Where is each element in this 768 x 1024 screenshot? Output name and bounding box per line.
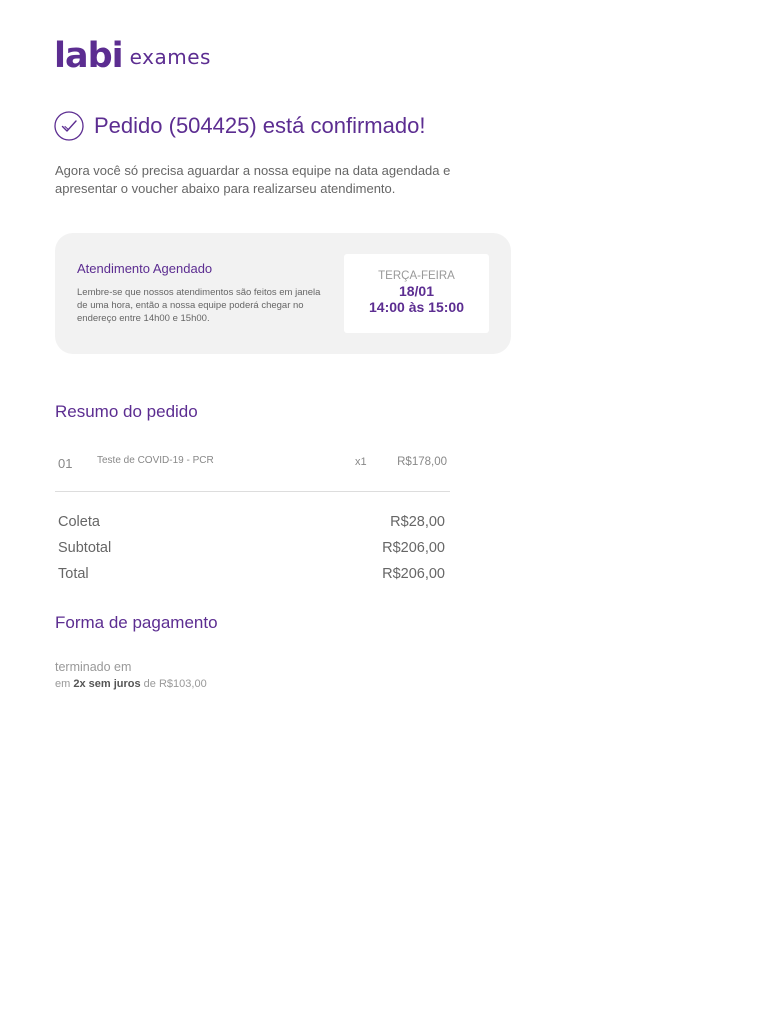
item-price: R$178,00 <box>397 456 447 468</box>
appointment-title: Atendimento Agendado <box>77 261 213 276</box>
labi-exames-logo: labi exames <box>54 36 211 76</box>
order-item-row: 01 Teste de COVID-19 - PCR x1 R$178,00 <box>55 450 450 480</box>
summary-row-label: Total <box>58 566 89 582</box>
summary-title: Resumo do pedido <box>55 402 198 421</box>
item-number: 01 <box>58 456 73 471</box>
appointment-note: Lembre-se que nossos atendimentos são fe… <box>77 287 321 324</box>
summary-row-value: R$206,00 <box>382 540 445 556</box>
appointment-time: 14:00 às 15:00 <box>369 299 464 315</box>
payment-prefix: em <box>55 678 71 690</box>
payment-installments: 2x sem juros <box>73 678 141 690</box>
summary-row-label: Coleta <box>58 514 100 530</box>
payment-card-label: terminado em <box>55 660 132 674</box>
summary-row-subtotal: Subtotal R$206,00 <box>58 540 445 560</box>
appointment-card: Atendimento Agendado Lembre-se que nosso… <box>55 233 511 354</box>
item-name: Teste de COVID-19 - PCR <box>97 455 214 466</box>
summary-row-value: R$28,00 <box>390 514 445 530</box>
appointment-date-box: TERÇA-FEIRA 18/01 14:00 às 15:00 <box>344 254 489 333</box>
payment-amount: R$103,00 <box>158 678 207 690</box>
intro-text: Agora você só precisa aguardar a nossa e… <box>55 163 451 196</box>
logo-subtitle: exames <box>129 45 211 69</box>
payment-mid: de <box>143 678 156 690</box>
confirmation-header: Pedido (504425) está confirmado! <box>54 110 425 142</box>
check-circle-icon <box>54 111 84 141</box>
payment-title: Forma de pagamento <box>55 613 218 632</box>
item-quantity: x1 <box>355 456 367 468</box>
summary-divider <box>55 491 450 492</box>
page-title: Pedido (504425) está confirmado! <box>94 113 426 138</box>
appointment-weekday: TERÇA-FEIRA <box>378 270 455 282</box>
summary-row-label: Subtotal <box>58 540 112 556</box>
payment-detail: em 2x sem juros de R$103,00 <box>55 678 207 690</box>
summary-row-coleta: Coleta R$28,00 <box>58 514 445 534</box>
summary-row-value: R$206,00 <box>382 566 445 582</box>
logo-mark: labi <box>54 36 124 76</box>
appointment-date: 18/01 <box>398 283 435 299</box>
summary-row-total: Total R$206,00 <box>58 566 445 586</box>
